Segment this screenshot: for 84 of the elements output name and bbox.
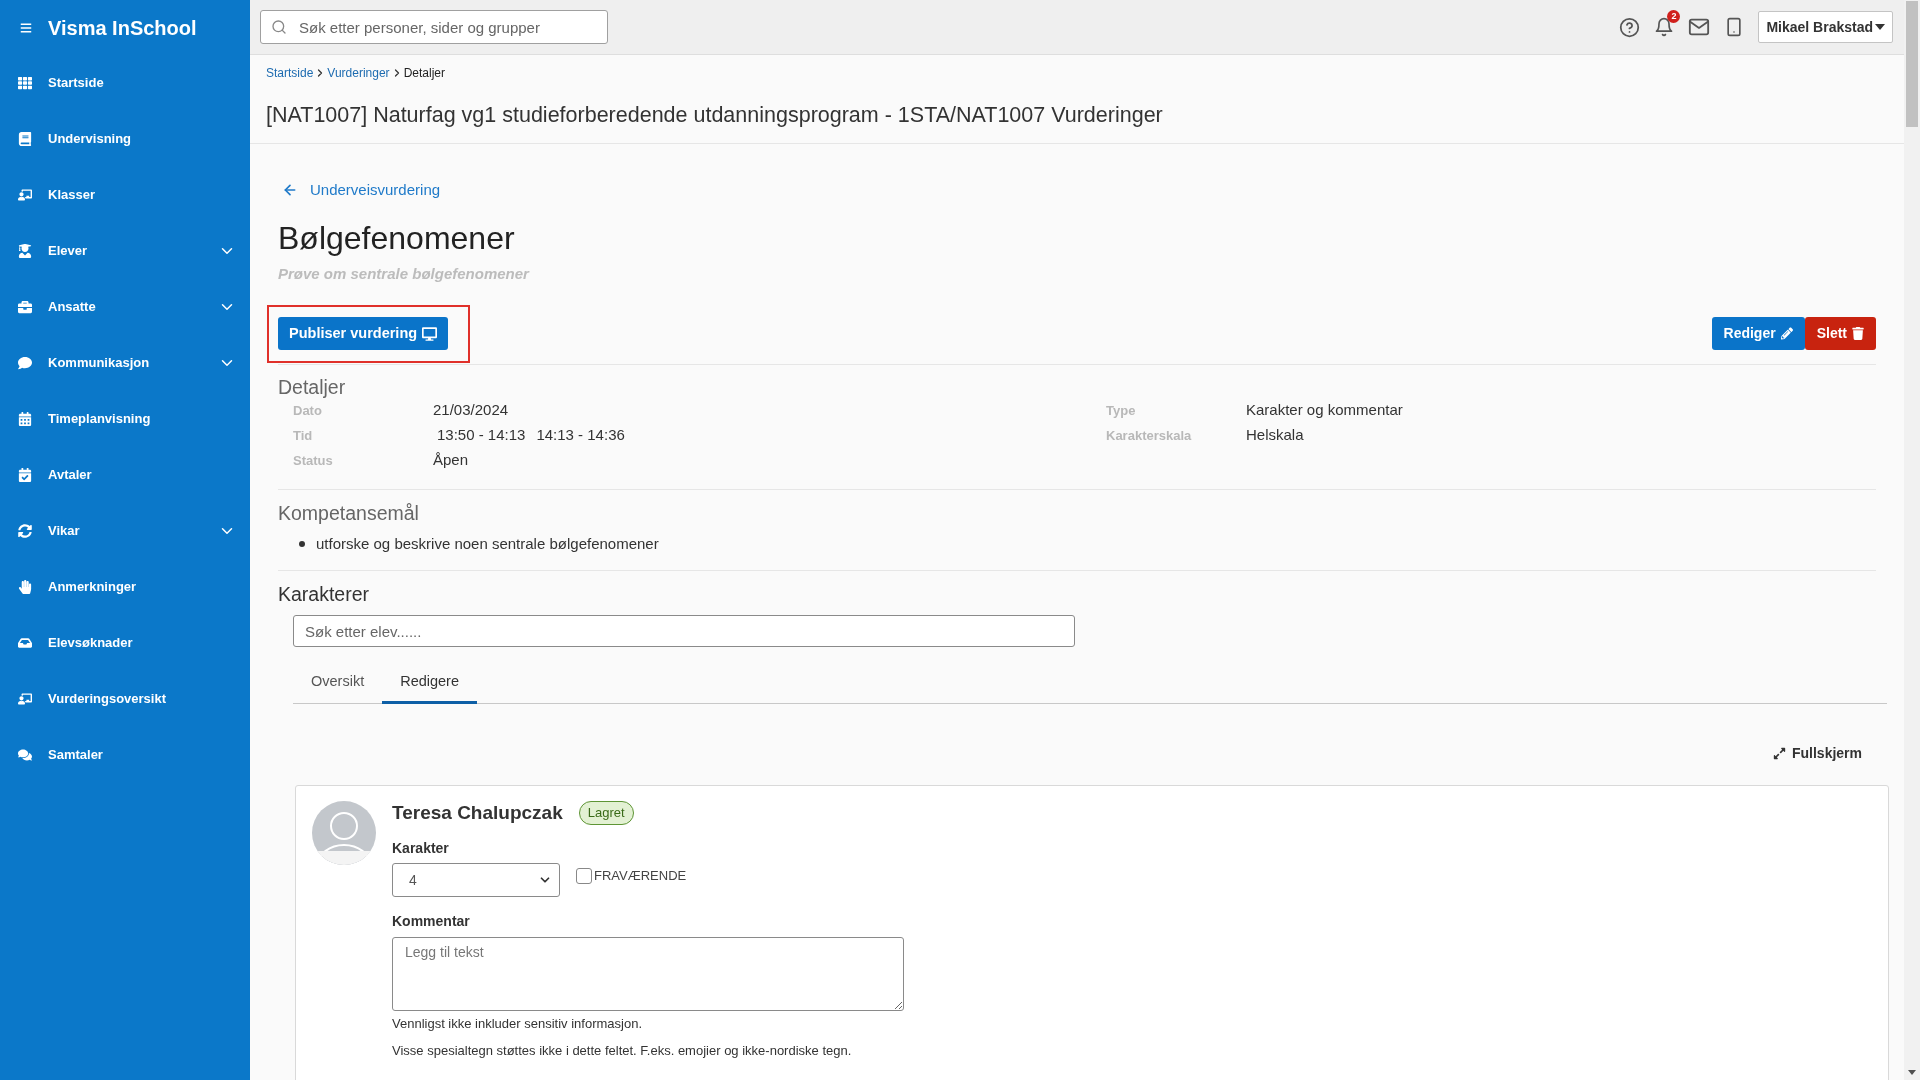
fullscreen-button[interactable]: Fullskjerm: [1772, 741, 1862, 765]
sidebar-item[interactable]: Kommunikasjon: [0, 335, 250, 391]
pencil-icon: [1780, 327, 1793, 340]
detail-value: 21/03/2024: [433, 400, 509, 421]
breadcrumb-current: Detaljer: [403, 65, 445, 81]
arrow-left-icon: [282, 182, 298, 198]
expand-icon: [1772, 746, 1786, 760]
trash-icon: [1852, 327, 1864, 340]
detail-label: Karakterskala: [1106, 426, 1193, 445]
search-field[interactable]: Søk etter personer, sider og grupper: [260, 10, 608, 44]
speech-bubble-icon: [18, 356, 32, 370]
graduate-icon: [18, 244, 32, 258]
sidebar-item[interactable]: Vurderingsoversikt: [0, 671, 250, 727]
sidebar-item[interactable]: Klasser: [0, 167, 250, 223]
detail-label: Tid: [293, 426, 314, 445]
brand-name: Visma InSchool: [48, 17, 197, 38]
sidebar-item[interactable]: Elever: [0, 223, 250, 279]
detail-label: Dato: [293, 401, 323, 420]
publish-button[interactable]: Publiser vurdering: [278, 317, 449, 350]
absent-checkbox[interactable]: [576, 867, 592, 884]
sidebar-item[interactable]: Samtaler: [0, 727, 250, 783]
assessment-title: Bølgefenomener: [278, 219, 516, 258]
detail-value: 13:50 - 14:13: [437, 425, 526, 446]
scroll-down-arrow-icon[interactable]: [1908, 1070, 1916, 1075]
notification-badge: 2: [1667, 10, 1681, 23]
back-link[interactable]: Underveisvurdering: [278, 180, 441, 200]
detail-value: Helskala: [1246, 425, 1304, 446]
field-label: Karakter: [392, 839, 450, 858]
bell-icon[interactable]: [1654, 17, 1675, 37]
assessment-subtitle: Prøve om sentrale bølgefenomener: [278, 264, 531, 284]
detail-label: Type: [1106, 401, 1137, 420]
sidebar-item[interactable]: Startside: [0, 55, 250, 111]
caret-down-icon: [1875, 24, 1885, 30]
briefcase-icon: [18, 300, 32, 314]
refresh-icon: [18, 524, 32, 538]
detail-value: Karakter og kommentar: [1246, 400, 1403, 421]
tab[interactable]: Redigere: [382, 663, 477, 704]
calendar-icon: [18, 412, 32, 426]
scrollbar-thumb[interactable]: [1906, 1, 1918, 127]
field-label: Kommentar: [392, 912, 471, 931]
speech-bubbles-icon: [18, 748, 32, 762]
bullet-icon: [299, 541, 305, 547]
search-icon: [271, 19, 287, 35]
book-icon: [18, 132, 32, 146]
absent-label: FRAVÆRENDE: [594, 867, 687, 885]
hand-icon: [18, 580, 32, 594]
sidebar-item[interactable]: Elevsøknader: [0, 615, 250, 671]
help-icon[interactable]: [1619, 16, 1641, 38]
page-title: [NAT1007] Naturfag vg1 studieforberedende utdanningsprogram - 1STA/NAT1007 Vurderinger: [266, 102, 1164, 129]
section-heading: Detaljer: [278, 376, 347, 398]
student-name: Teresa Chalupczak: [392, 800, 563, 825]
sidebar-item[interactable]: Timeplanvisning: [0, 391, 250, 447]
teacher-board-icon: [18, 188, 32, 202]
breadcrumb-link[interactable]: Startside: [266, 65, 314, 81]
grid-icon: [18, 76, 32, 90]
breadcrumb-link[interactable]: Vurderinger: [327, 65, 390, 81]
tab[interactable]: Oversikt: [293, 663, 383, 704]
delete-button[interactable]: Slett: [1804, 317, 1876, 350]
section-heading: Karakterer: [278, 582, 371, 606]
saved-status-tag: Lagret: [578, 801, 634, 825]
edit-button[interactable]: Rediger: [1711, 317, 1805, 350]
mail-icon[interactable]: [1688, 16, 1711, 38]
calendar-check-icon: [18, 468, 32, 482]
help-text: Vennligst ikke inkluder sensitiv informasjon.: [392, 1016, 643, 1032]
help-text: Visse spesialtegn støttes ikke i dette feltet. F.eks. emojier og ikke-nordiske tegn.: [392, 1043, 853, 1059]
monitor-icon: [422, 326, 438, 341]
section-heading: Kompetansemål: [278, 501, 420, 525]
sidebar-item[interactable]: Undervisning: [0, 111, 250, 167]
comment-field[interactable]: Legg til tekst: [392, 937, 904, 1011]
detail-value: Åpen: [433, 450, 469, 471]
scrollbar[interactable]: [1904, 0, 1920, 1080]
sidebar-item[interactable]: Vikar: [0, 503, 250, 559]
menu-icon[interactable]: [20, 21, 32, 34]
sidebar-item[interactable]: Avtaler: [0, 447, 250, 503]
detail-label: Status: [293, 451, 334, 470]
student-search-field[interactable]: Søk etter elev......: [293, 615, 1075, 647]
grade-select[interactable]: 4: [392, 863, 560, 897]
inbox-icon: [18, 636, 32, 650]
user-menu[interactable]: Mikael Brakstad: [1758, 11, 1893, 43]
detail-value: 14:13 - 14:36: [536, 425, 625, 446]
sidebar-item[interactable]: Ansatte: [0, 279, 250, 335]
sidebar-item[interactable]: Anmerkninger: [0, 559, 250, 615]
teacher-board-icon: [18, 692, 32, 706]
goal-text: utforske og beskrive noen sentrale bølgefenomener: [316, 533, 659, 554]
